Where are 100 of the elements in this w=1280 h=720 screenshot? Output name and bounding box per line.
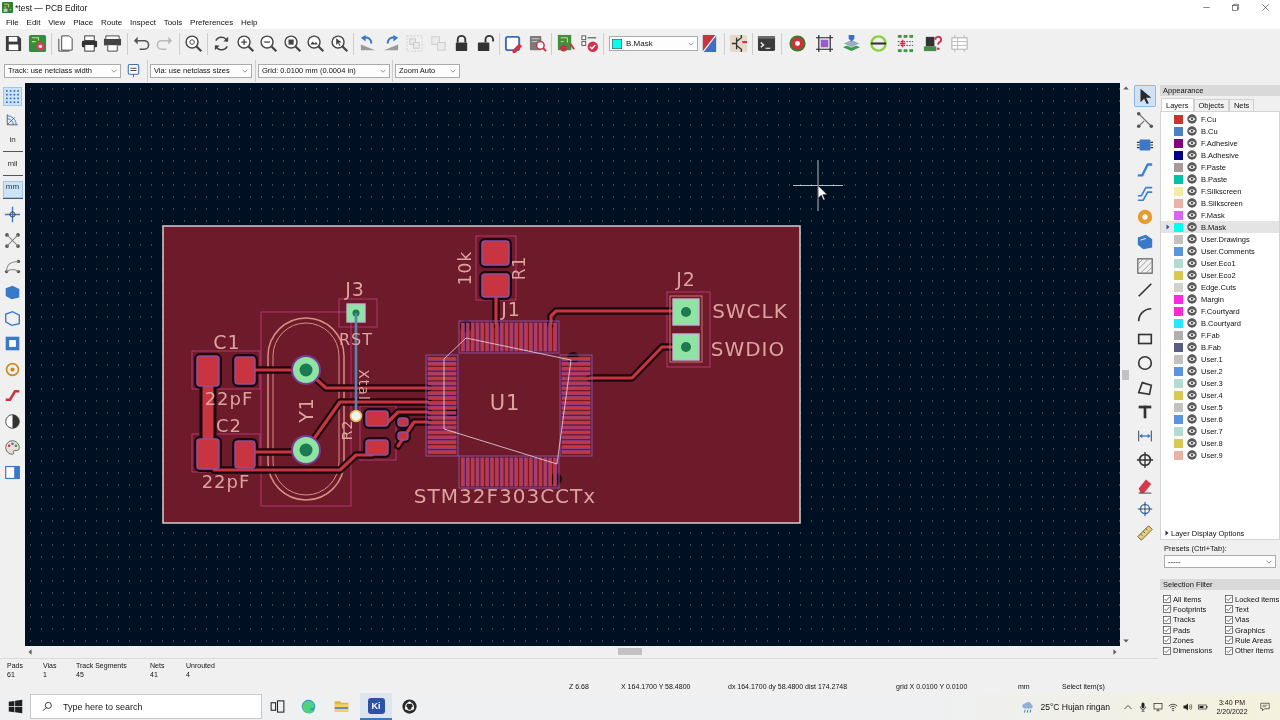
swatch-icon[interactable] bbox=[1174, 234, 1183, 244]
microphone-icon[interactable] bbox=[1137, 701, 1148, 712]
eye-icon[interactable] bbox=[1187, 198, 1197, 208]
menu-item[interactable]: Tools bbox=[159, 15, 187, 29]
zoom-out-icon[interactable] bbox=[259, 34, 279, 53]
checkbox[interactable] bbox=[1225, 636, 1233, 645]
eye-icon[interactable] bbox=[1187, 174, 1197, 184]
swatch-icon[interactable] bbox=[1174, 366, 1183, 376]
swatch-icon[interactable] bbox=[1174, 126, 1183, 136]
battery-icon[interactable] bbox=[1197, 701, 1208, 712]
footprint-frame-icon[interactable] bbox=[814, 34, 834, 53]
swatch-icon[interactable] bbox=[1174, 282, 1183, 292]
speaker-icon[interactable] bbox=[1182, 701, 1193, 712]
restore-icon[interactable] bbox=[1231, 3, 1241, 12]
swatch-icon[interactable] bbox=[1174, 294, 1183, 304]
eye-icon[interactable] bbox=[1187, 126, 1197, 136]
weather-text[interactable]: 25°C Hujan ringan bbox=[1040, 701, 1110, 712]
swatch-icon[interactable] bbox=[1174, 402, 1183, 412]
unit-button[interactable]: mm bbox=[2, 181, 23, 200]
arrow-left-icon[interactable] bbox=[26, 647, 34, 656]
swatch-icon[interactable] bbox=[1174, 354, 1183, 364]
folder-icon[interactable] bbox=[334, 699, 349, 714]
swatch-icon[interactable] bbox=[1174, 222, 1183, 232]
question-board-icon[interactable] bbox=[922, 34, 942, 53]
save-icon[interactable] bbox=[4, 34, 24, 53]
checkbox[interactable] bbox=[1163, 636, 1171, 645]
eye-icon[interactable] bbox=[1187, 318, 1197, 328]
find-icon[interactable] bbox=[183, 34, 203, 53]
menu-item[interactable]: Edit bbox=[22, 15, 45, 29]
menu-item[interactable]: File bbox=[2, 15, 23, 29]
eye-icon[interactable] bbox=[1187, 258, 1197, 268]
zone-fill-icon[interactable] bbox=[4, 283, 21, 301]
swatch-icon[interactable] bbox=[1174, 426, 1183, 436]
scroll-thumb[interactable] bbox=[1122, 370, 1129, 381]
unlock-icon[interactable] bbox=[475, 34, 495, 53]
menu-item[interactable]: View bbox=[44, 15, 70, 29]
palette-icon[interactable] bbox=[4, 438, 21, 456]
wifi-icon[interactable] bbox=[1167, 701, 1178, 712]
layer-stack-icon[interactable] bbox=[841, 34, 861, 53]
menu-item[interactable]: Route bbox=[97, 15, 127, 29]
swatch-icon[interactable] bbox=[1174, 378, 1183, 388]
eye-icon[interactable] bbox=[1187, 186, 1197, 196]
eye-icon[interactable] bbox=[1187, 354, 1197, 364]
swatch-icon[interactable] bbox=[1174, 162, 1183, 172]
curved-lines-icon[interactable] bbox=[4, 258, 21, 275]
task-view-icon[interactable] bbox=[269, 699, 285, 714]
checkbox[interactable] bbox=[1163, 615, 1171, 624]
swatch-icon[interactable] bbox=[1174, 318, 1183, 328]
eye-icon[interactable] bbox=[1187, 162, 1197, 172]
zoom-fit-icon[interactable] bbox=[282, 34, 302, 53]
eye-icon[interactable] bbox=[1187, 246, 1197, 256]
swatch-icon[interactable] bbox=[1174, 330, 1183, 340]
printer-icon[interactable] bbox=[79, 34, 99, 53]
side-panel-icon[interactable] bbox=[4, 464, 21, 482]
eye-icon[interactable] bbox=[1187, 150, 1197, 160]
ring-icon[interactable] bbox=[787, 34, 807, 53]
checkbox[interactable] bbox=[1163, 646, 1171, 655]
eye-icon[interactable] bbox=[1187, 402, 1197, 412]
menu-item[interactable]: Inspect bbox=[126, 15, 160, 29]
search-field[interactable]: Type here to search bbox=[30, 694, 262, 719]
eye-icon[interactable] bbox=[1187, 450, 1197, 460]
eye-icon[interactable] bbox=[1187, 234, 1197, 244]
checkbox[interactable] bbox=[1225, 615, 1233, 624]
swatch-icon[interactable] bbox=[1174, 138, 1183, 148]
swatch-icon[interactable] bbox=[1174, 450, 1183, 460]
checkbox[interactable] bbox=[1163, 595, 1171, 604]
checkbox[interactable] bbox=[1163, 605, 1171, 614]
eye-icon[interactable] bbox=[1187, 138, 1197, 148]
swatch-icon[interactable] bbox=[1174, 198, 1183, 208]
menu-item[interactable]: Place bbox=[69, 15, 98, 29]
eye-icon[interactable] bbox=[1187, 366, 1197, 376]
checkbox[interactable] bbox=[1163, 626, 1171, 635]
eye-icon[interactable] bbox=[1187, 438, 1197, 448]
circuit-board-icon[interactable] bbox=[556, 34, 576, 53]
eye-icon[interactable] bbox=[1187, 342, 1197, 352]
swatch-icon[interactable] bbox=[1174, 414, 1183, 424]
eye-icon[interactable] bbox=[1187, 222, 1197, 232]
eye-icon[interactable] bbox=[1187, 390, 1197, 400]
eye-icon[interactable] bbox=[1187, 426, 1197, 436]
checkbox[interactable] bbox=[1225, 595, 1233, 604]
eye-icon[interactable] bbox=[1187, 330, 1197, 340]
close-icon[interactable] bbox=[1260, 3, 1270, 12]
checkbox[interactable] bbox=[1225, 646, 1233, 655]
board-gear-icon[interactable] bbox=[27, 34, 47, 53]
zoom-in-icon[interactable] bbox=[235, 34, 255, 53]
eye-icon[interactable] bbox=[1187, 282, 1197, 292]
zone-outline-icon[interactable] bbox=[4, 309, 21, 327]
layer-dropdown[interactable]: B.Mask bbox=[609, 36, 698, 51]
swatch-icon[interactable] bbox=[1174, 210, 1183, 220]
windows-logo-icon[interactable] bbox=[7, 699, 23, 714]
zoom-objects-icon[interactable] bbox=[306, 34, 326, 53]
arrow-pointer-icon[interactable] bbox=[1133, 84, 1156, 107]
taskbar-app-button[interactable]: Ki bbox=[360, 693, 392, 720]
checkbox[interactable] bbox=[1225, 605, 1233, 614]
unit-button[interactable]: mil bbox=[2, 157, 23, 176]
eye-icon[interactable] bbox=[1187, 210, 1197, 220]
terminal-icon[interactable] bbox=[757, 34, 777, 53]
transistor-icon[interactable] bbox=[728, 34, 748, 53]
page-icon[interactable] bbox=[56, 34, 76, 53]
swatch-icon[interactable] bbox=[1174, 342, 1183, 352]
